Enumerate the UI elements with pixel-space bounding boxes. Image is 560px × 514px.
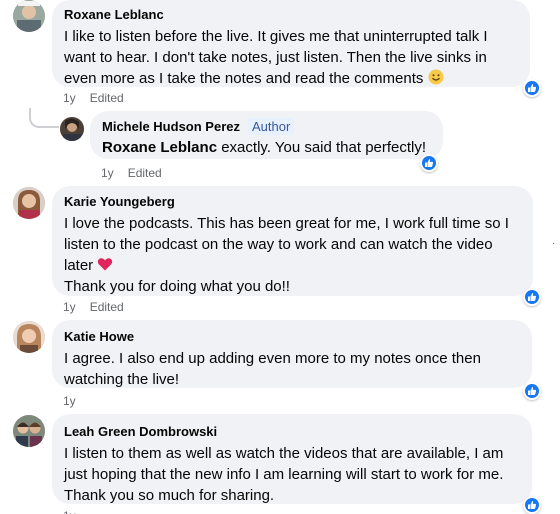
comment-text: I like to listen before the live. It giv…	[64, 26, 518, 89]
edited-label[interactable]: Edited	[90, 91, 124, 105]
comment-line: just hoping that the new info I am learn…	[64, 466, 504, 483]
comment-line-text: later	[64, 257, 94, 274]
commenter-name[interactable]: Michele Hudson Perez	[102, 118, 240, 135]
comment-text: I listen to them as well as watch the vi…	[64, 443, 520, 506]
commenter-name[interactable]: Karie Youngeberg	[64, 193, 175, 210]
avatar[interactable]	[13, 415, 45, 447]
smile-emoji-icon	[428, 69, 444, 85]
comment-meta: 1y Edited	[101, 165, 176, 181]
comment-line: I agree. I also end up adding even more …	[64, 350, 481, 367]
comment-bubble: Katie Howe I agree. I also end up adding…	[52, 320, 532, 388]
heart-emoji-icon	[98, 258, 113, 271]
comment-bubble: Karie Youngeberg I love the podcasts. Th…	[52, 186, 533, 296]
comment-line-text: even more as I take the notes and read t…	[64, 70, 424, 87]
timestamp[interactable]: 1y	[63, 394, 76, 408]
like-reaction-icon[interactable]	[523, 382, 541, 400]
reply-text: Roxane Leblanc exactly. You said that pe…	[102, 137, 431, 158]
comment-bubble: Roxane Leblanc I like to listen before t…	[52, 0, 530, 87]
comment-line: want to hear. I don't take notes, just l…	[64, 49, 487, 66]
comment-meta: 1y	[63, 508, 90, 514]
comment-line: I listen to them as well as watch the vi…	[64, 445, 504, 462]
reply-bubble: Michele Hudson Perez Author Roxane Leblan…	[90, 111, 443, 159]
like-reaction-icon[interactable]	[523, 288, 541, 306]
comment-line: even more as I take the notes and read t…	[64, 68, 518, 89]
timestamp[interactable]: 1y	[63, 509, 76, 514]
comment-meta: 1y Edited	[63, 299, 138, 315]
avatar[interactable]	[13, 321, 45, 353]
comment-line: I like to listen before the live. It giv…	[64, 28, 488, 45]
edited-label[interactable]: Edited	[90, 300, 124, 314]
like-reaction-icon[interactable]	[523, 79, 541, 97]
reply-body: exactly. You said that perfectly!	[217, 139, 427, 156]
comment-bubble: Leah Green Dombrowski I listen to them a…	[52, 414, 532, 504]
comment-line: watching the live!	[64, 371, 180, 388]
comment-meta: 1y Edited	[63, 90, 138, 106]
comment-text: I love the podcasts. This has been great…	[64, 213, 521, 297]
timestamp[interactable]: 1y	[63, 91, 76, 105]
edge-marker: ·	[552, 238, 556, 249]
reply-header: Michele Hudson Perez Author	[102, 118, 431, 135]
reply-thread-line	[29, 108, 59, 128]
comment-meta: 1y	[63, 393, 90, 409]
commenter-name[interactable]: Leah Green Dombrowski	[64, 423, 217, 440]
comment-line: listen to the podcast on the way to work…	[64, 236, 493, 253]
edited-label[interactable]: Edited	[128, 166, 162, 180]
avatar[interactable]	[13, 0, 45, 32]
mention-link[interactable]: Roxane Leblanc	[102, 139, 217, 156]
comment-line: Thank you for doing what you do!!	[64, 278, 290, 295]
author-badge: Author	[247, 118, 295, 135]
like-reaction-icon[interactable]	[420, 154, 438, 172]
comment-text: I agree. I also end up adding even more …	[64, 348, 520, 390]
comment-line: Thank you so much for sharing.	[64, 487, 275, 504]
avatar[interactable]	[60, 117, 84, 141]
timestamp[interactable]: 1y	[63, 300, 76, 314]
commenter-name[interactable]: Roxane Leblanc	[64, 6, 164, 23]
comment-line: I love the podcasts. This has been great…	[64, 215, 509, 232]
timestamp[interactable]: 1y	[101, 166, 114, 180]
like-reaction-icon[interactable]	[523, 496, 541, 514]
commenter-name[interactable]: Katie Howe	[64, 328, 134, 345]
avatar[interactable]	[13, 187, 45, 219]
comment-line: later	[64, 255, 521, 276]
